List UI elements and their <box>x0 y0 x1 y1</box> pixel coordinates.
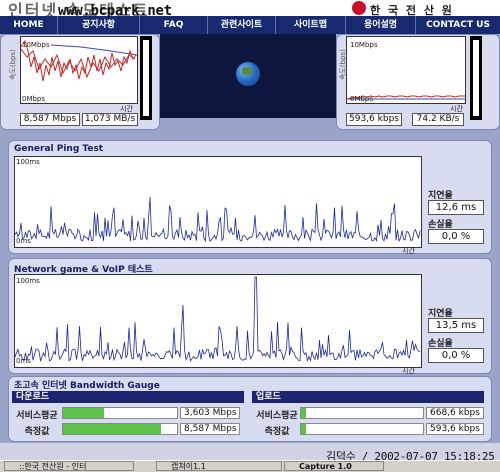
download-y-axis-label: 속도(bps) <box>9 49 17 80</box>
nav-sitemap[interactable]: 사이트맵 <box>276 16 346 34</box>
latency-trace <box>14 196 421 243</box>
ping-test-line <box>14 196 421 243</box>
gauge-title: 초고속 인터넷 Bandwidth Gauge <box>14 381 160 391</box>
gauge-upload-measured-label: 측정값 <box>264 427 290 437</box>
gauge-download-avg-fill <box>63 408 105 418</box>
taskbar-item-capture-folder[interactable]: 캡쳐이1.1 <box>156 461 282 471</box>
download-y-top: 10Mbps <box>22 41 50 49</box>
gauge-upload-avg-bar <box>300 407 424 419</box>
nav-home[interactable]: HOME <box>0 16 58 34</box>
gauge-upload-avg-label: 서비스평균 <box>256 411 298 421</box>
gauge-download-avg-label: 서비스평균 <box>16 411 58 421</box>
download-level-track <box>143 40 149 116</box>
latency-trace <box>14 276 421 363</box>
globe-icon <box>236 62 260 86</box>
game-y-top: 100ms <box>16 277 40 285</box>
upload-speed-bps: 593,6 kbps <box>346 113 402 126</box>
taskbar-item-browser[interactable]: ::한국 전산원 - 인터 <box>4 461 134 471</box>
game-y-bottom: 0ms <box>16 357 31 365</box>
download-y-bottom: 0Mbps <box>22 95 46 103</box>
gauge-upload-header: 업로드 <box>252 391 484 403</box>
ping-test-title: General Ping Test <box>14 144 104 154</box>
brand-logo-icon <box>352 1 366 15</box>
ping-latency-value: 12,6 ms <box>428 200 484 215</box>
game-test-line <box>14 276 421 363</box>
upload-y-top: 10Mbps <box>350 41 378 49</box>
ping-y-bottom: 0ms <box>16 237 31 245</box>
game-x-axis-label: 시간 <box>402 367 415 375</box>
gauge-upload-measured-fill <box>301 424 306 434</box>
upload-level-track <box>473 40 479 116</box>
gauge-upload-avg-value: 668,6 kbps <box>426 407 484 419</box>
ping-loss-value: 0,0 % <box>428 229 484 244</box>
download-speed-bytes: 1,073 MB/s <box>82 113 138 126</box>
download-speed-bps: 8,587 Mbps <box>20 113 80 126</box>
nav-related-sites[interactable]: 관련사이트 <box>208 16 276 34</box>
gauge-download-measured-label: 측정값 <box>24 427 50 437</box>
taskbar-item-capture-app[interactable]: Capture 1.0 <box>284 461 384 471</box>
gauge-download-measured-bar <box>62 423 178 435</box>
gauge-upload-measured-value: 593,6 kbps <box>426 423 484 435</box>
upload-y-bottom: 0Mbps <box>350 95 374 103</box>
watermark: www.bcpark.net <box>58 3 172 19</box>
upload-speed-bytes: 74.2 KB/s <box>412 113 464 126</box>
game-latency-value: 13,5 ms <box>428 318 484 333</box>
gauge-download-avg-value: 3,603 Mbps <box>180 407 240 419</box>
ping-x-axis-label: 시간 <box>402 247 415 255</box>
gauge-download-header: 다운로드 <box>12 391 244 403</box>
upload-y-axis-label: 속도(bps) <box>339 49 347 80</box>
ping-y-top: 100ms <box>16 158 40 166</box>
game-test-graph <box>14 274 422 368</box>
gauge-download-measured-fill <box>63 424 162 434</box>
gauge-upload-avg-fill <box>301 408 306 418</box>
gauge-upload-measured-bar <box>300 423 424 435</box>
gauge-download-measured-value: 8,587 Mbps <box>180 423 240 435</box>
nav-glossary[interactable]: 용어설명 <box>346 16 416 34</box>
gauge-download-avg-bar <box>62 407 178 419</box>
nav-contact-us[interactable]: CONTACT US <box>416 16 500 34</box>
ping-test-graph <box>14 156 422 248</box>
game-loss-value: 0,0 % <box>428 348 484 363</box>
